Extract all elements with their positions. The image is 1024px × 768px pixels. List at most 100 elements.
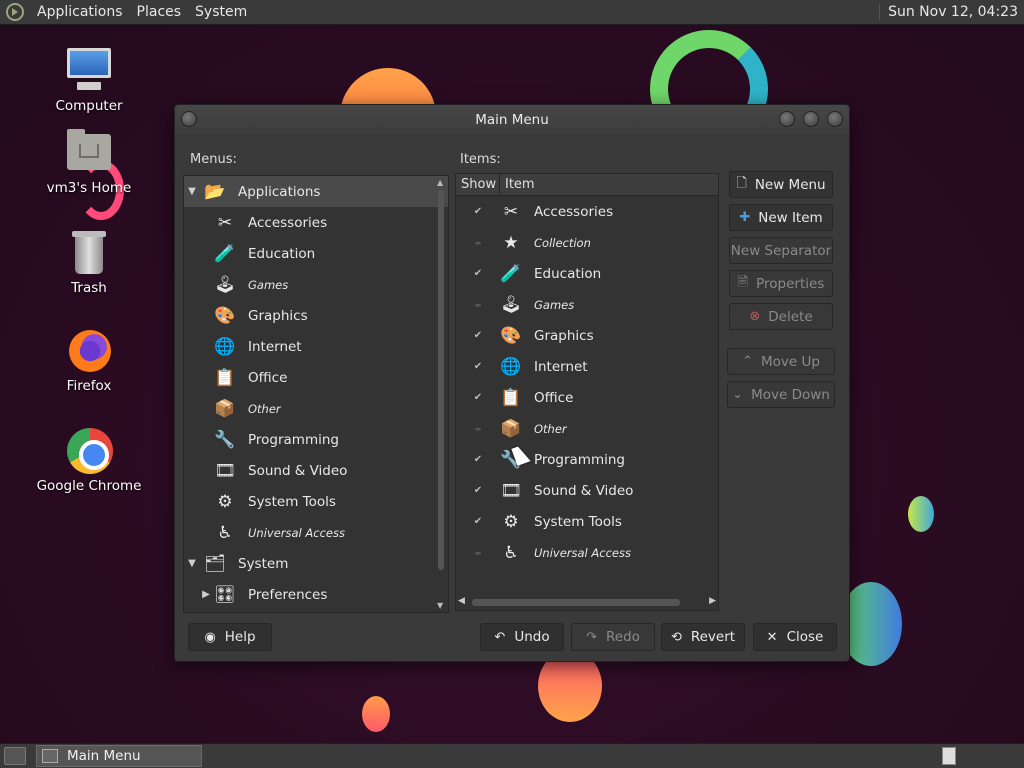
top-menu-places[interactable]: Places xyxy=(130,4,189,20)
item-row-sound-video[interactable]: ✔ 🎞 Sound & Video xyxy=(456,475,718,506)
taskbar-item-main-menu[interactable]: Main Menu xyxy=(36,745,202,767)
desktop-icon-computer[interactable]: Computer xyxy=(29,46,149,114)
new-separator-button[interactable]: New Separator xyxy=(729,237,833,264)
workspace-switcher[interactable] xyxy=(942,747,956,765)
items-hscrollbar-thumb[interactable] xyxy=(472,599,680,606)
close-window-button[interactable] xyxy=(827,111,843,127)
bottom-panel: Main Menu xyxy=(0,743,1024,768)
undo-button[interactable]: ↶ Undo xyxy=(480,623,564,651)
show-checkbox[interactable]: ✔ xyxy=(456,268,500,280)
menu-category-icon: 🎞 xyxy=(214,460,236,481)
column-header-item[interactable]: Item xyxy=(500,174,535,195)
tree-item-label: Preferences xyxy=(248,586,328,603)
show-checkbox[interactable]: ▬ xyxy=(456,237,500,249)
tree-item-preferences[interactable]: ▶ 🎛 Preferences xyxy=(184,579,448,610)
tree-item-label: Graphics xyxy=(248,307,308,324)
show-checkbox[interactable]: ✔ xyxy=(456,330,500,342)
item-row-accessories[interactable]: ✔ ✂ Accessories xyxy=(456,196,718,227)
new-menu-button[interactable]: 🗋 New Menu xyxy=(729,171,833,198)
chrome-icon xyxy=(65,426,113,474)
item-row-games[interactable]: ▬ 🕹 Games xyxy=(456,289,718,320)
tree-item-accessories[interactable]: ✂ Accessories xyxy=(184,207,448,238)
items-hscrollbar[interactable]: ◀ ▶ xyxy=(458,596,716,608)
item-row-office[interactable]: ✔ 📋 Office xyxy=(456,382,718,413)
show-desktop-button[interactable] xyxy=(4,747,26,765)
item-row-programming[interactable]: ✔ 🔧 Programming xyxy=(456,444,718,475)
expander-icon[interactable]: ▼ xyxy=(184,558,200,569)
tree-item-education[interactable]: 🧪 Education xyxy=(184,238,448,269)
minimize-button[interactable] xyxy=(779,111,795,127)
menu-category-icon: 🔧 xyxy=(214,429,236,450)
column-header-show[interactable]: Show xyxy=(456,174,500,195)
move-down-button[interactable]: ⌄ Move Down xyxy=(727,381,835,408)
show-checkbox[interactable]: ▬ xyxy=(456,299,500,311)
undo-icon: ↶ xyxy=(494,629,506,645)
item-row-universal-access[interactable]: ▬ ♿ Universal Access xyxy=(456,537,718,568)
show-checkbox[interactable]: ▬ xyxy=(456,547,500,559)
maximize-button[interactable] xyxy=(803,111,819,127)
item-row-internet[interactable]: ✔ 🌐 Internet xyxy=(456,351,718,382)
item-icon: 🎨 xyxy=(500,325,522,346)
move-up-button[interactable]: ⌃ Move Up xyxy=(727,348,835,375)
tree-item-graphics[interactable]: 🎨 Graphics xyxy=(184,300,448,331)
desktop-icon-label: Google Chrome xyxy=(36,478,142,494)
menus-scrollbar-thumb[interactable] xyxy=(438,190,444,570)
close-button[interactable]: ✕ Close xyxy=(753,623,837,651)
tree-item-office[interactable]: 📋 Office xyxy=(184,362,448,393)
items-list[interactable]: Show Item ✔ ✂ Accessories ▬ ★ Collection ✔ 🧪 Edu… xyxy=(455,173,719,611)
expander-icon[interactable]: ▶ xyxy=(198,589,214,600)
show-checkbox[interactable]: ✔ xyxy=(456,454,500,466)
tree-item-system-tools[interactable]: ⚙ System Tools xyxy=(184,486,448,517)
item-label: Programming xyxy=(534,451,625,468)
show-checkbox[interactable]: ▬ xyxy=(456,423,500,435)
desktop-icon-firefox[interactable]: Firefox xyxy=(29,326,149,394)
tree-item-system[interactable]: ▼ 🗂 System xyxy=(184,548,448,579)
top-menu-system[interactable]: System xyxy=(188,4,254,20)
panel-clock[interactable]: Sun Nov 12, 04:23 xyxy=(879,4,1024,20)
desktop-icon-trash[interactable]: Trash xyxy=(29,228,149,296)
item-row-graphics[interactable]: ✔ 🎨 Graphics xyxy=(456,320,718,351)
show-checkbox[interactable]: ✔ xyxy=(456,392,500,404)
tree-item-programming[interactable]: 🔧 Programming xyxy=(184,424,448,455)
help-button[interactable]: ◉ Help xyxy=(188,623,272,651)
tree-item-games[interactable]: 🕹 Games xyxy=(184,269,448,300)
item-row-education[interactable]: ✔ 🧪 Education xyxy=(456,258,718,289)
tree-item-other[interactable]: 📦 Other xyxy=(184,393,448,424)
window-menu-button[interactable] xyxy=(181,111,197,127)
item-row-system-tools[interactable]: ✔ ⚙ System Tools xyxy=(456,506,718,537)
item-icon: ♿ xyxy=(503,542,519,563)
items-label: Items: xyxy=(460,152,501,167)
properties-button[interactable]: 🗎 Properties xyxy=(729,270,833,297)
show-checkbox[interactable]: ✔ xyxy=(456,485,500,497)
tree-item-applications[interactable]: ▼ 📂 Applications xyxy=(184,176,448,207)
desktop-icon-chrome[interactable]: Google Chrome xyxy=(29,426,149,494)
show-checkbox[interactable]: ✔ xyxy=(456,516,500,528)
tree-item-sound-video[interactable]: 🎞 Sound & Video xyxy=(184,455,448,486)
side-button-label: Delete xyxy=(768,308,813,325)
delete-button[interactable]: ⊗ Delete xyxy=(729,303,833,330)
revert-button-label: Revert xyxy=(690,629,736,645)
item-row-other[interactable]: ▬ 📦 Other xyxy=(456,413,718,444)
expander-icon[interactable]: ▼ xyxy=(184,186,200,197)
show-checkbox[interactable]: ✔ xyxy=(456,361,500,373)
menus-tree[interactable]: ▼ 📂 Applications ✂ Accessories 🧪 Education 🕹 Gam… xyxy=(183,175,449,613)
show-checkbox[interactable]: ✔ xyxy=(456,206,500,218)
revert-button[interactable]: ⟲ Revert xyxy=(661,623,745,651)
new-item-button[interactable]: ✚ New Item xyxy=(729,204,833,231)
mate-logo-icon[interactable] xyxy=(6,3,24,21)
item-icon: 🧪 xyxy=(500,263,522,284)
tree-item-universal-access[interactable]: ♿ Universal Access xyxy=(184,517,448,548)
desktop-icon-home[interactable]: vm3's Home xyxy=(29,128,149,196)
tree-item-label: System Tools xyxy=(248,493,336,510)
new-menu-icon: 🗋 xyxy=(736,175,747,191)
window-titlebar[interactable]: Main Menu xyxy=(175,105,849,135)
main-menu-window: Main Menu Menus: Items: ▼ 📂 Applications ✂ A… xyxy=(174,104,850,662)
tree-item-internet[interactable]: 🌐 Internet xyxy=(184,331,448,362)
redo-button[interactable]: ↷ Redo xyxy=(571,623,655,651)
item-row-collection[interactable]: ▬ ★ Collection xyxy=(456,227,718,258)
menus-scrollbar[interactable]: ▲ ▼ xyxy=(436,178,446,610)
top-menu-applications[interactable]: Applications xyxy=(30,4,130,20)
item-icon: ★ xyxy=(503,232,519,253)
side-button-label: New Separator xyxy=(730,242,832,259)
close-button-label: Close xyxy=(786,629,824,645)
